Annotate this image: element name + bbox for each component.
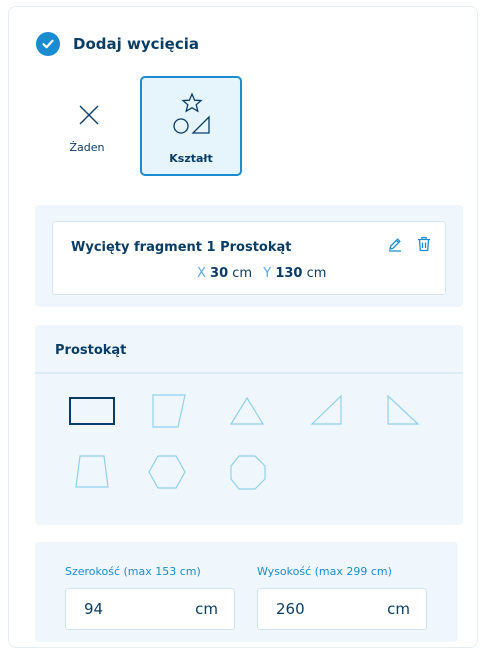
shape-picker: Prostokąt [35,325,463,525]
cutout-item: Wycięty fragment 1 Prostokąt X 30 cm Y 1… [52,221,446,295]
width-label: Szerokość (max 153 cm) [65,565,201,578]
hexagon-icon[interactable] [148,455,186,489]
width-value: 94 [84,600,104,618]
trapezoid-icon[interactable] [75,455,109,488]
x-unit: cm [232,266,253,281]
y-value: 130 [275,266,303,281]
parallelogram-icon[interactable] [152,394,186,428]
x-value: 30 [210,266,229,281]
cutout-name: Wycięty fragment 1 [71,240,216,255]
octagon-icon[interactable] [230,455,266,490]
section-title: Dodaj wycięcia [73,35,199,53]
triangle-icon[interactable] [229,396,265,425]
option-none-label: Żaden [69,141,105,154]
cutout-actions [387,236,431,252]
right-triangle-flipped-icon[interactable] [387,394,420,425]
x-label: X [197,266,206,281]
cutout-title: Wycięty fragment 1 Prostokąt [71,240,291,255]
height-unit: cm [387,600,410,618]
edit-icon[interactable] [387,236,403,252]
shapes-icon [173,92,210,134]
y-label: Y [263,266,272,281]
dimensions-panel: Szerokość (max 153 cm) 94 cm Wysokość (m… [35,542,458,642]
check-circle-icon [36,32,60,56]
cutout-shape: Prostokąt [220,240,292,255]
cutout-coords: X 30 cm Y 130 cm [197,266,326,281]
height-value: 260 [276,600,305,618]
height-input[interactable]: 260 cm [257,588,427,630]
rectangle-icon[interactable] [69,397,115,425]
section-header: Dodaj wycięcia [36,32,199,56]
width-unit: cm [195,600,218,618]
width-input[interactable]: 94 cm [65,588,235,630]
cutouts-list: Wycięty fragment 1 Prostokąt X 30 cm Y 1… [35,205,463,307]
option-none[interactable]: Żaden [52,95,122,165]
shape-grid [69,394,420,490]
y-unit: cm [306,266,327,281]
height-label: Wysokość (max 299 cm) [257,565,392,578]
x-icon [79,105,99,125]
right-triangle-icon[interactable] [310,394,342,425]
option-shape[interactable]: Kształt [140,76,242,176]
option-shape-label: Kształt [169,152,213,165]
trash-icon[interactable] [417,236,431,252]
